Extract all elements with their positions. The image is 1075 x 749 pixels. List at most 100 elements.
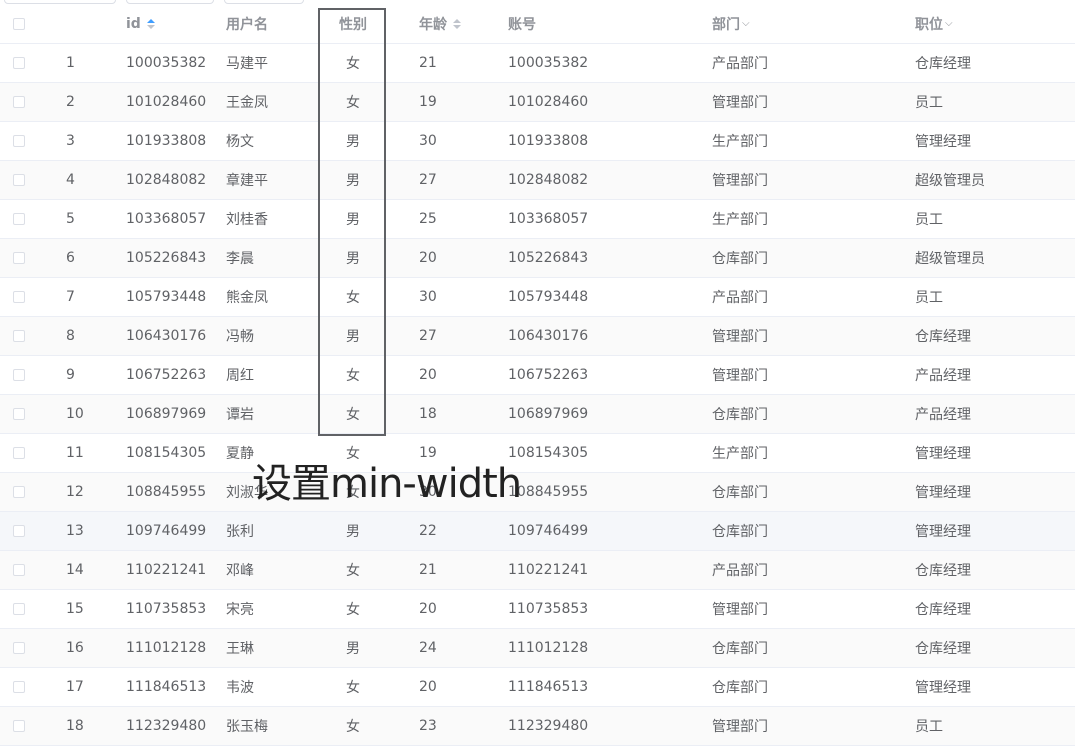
row-checkbox[interactable] xyxy=(13,83,25,121)
table-row[interactable]: 2 101028460 王金凤 女 19 101028460 管理部门 员工 xyxy=(0,83,1075,122)
row-checkbox[interactable] xyxy=(13,317,25,355)
row-checkbox[interactable] xyxy=(13,434,25,472)
cell-age: 18 xyxy=(419,406,437,422)
table-row[interactable]: 1 100035382 马建平 女 21 100035382 产品部门 仓库经理 xyxy=(0,44,1075,83)
cell-age: 22 xyxy=(419,523,437,539)
table-row[interactable]: 17 111846513 韦波 女 20 111846513 仓库部门 管理经理 xyxy=(0,668,1075,707)
cell-department: 管理部门 xyxy=(712,719,768,735)
filter-chevron-icon[interactable]: ⌵ xyxy=(945,18,953,29)
cell-department: 仓库部门 xyxy=(712,251,768,267)
row-index: 16 xyxy=(66,640,84,656)
cell-position: 管理经理 xyxy=(915,134,971,150)
row-checkbox[interactable] xyxy=(13,512,25,550)
cell-department: 管理部门 xyxy=(712,602,768,618)
cell-id: 106752263 xyxy=(126,367,207,383)
table-row[interactable]: 11 108154305 夏静女 19 108154305 生产部门 管理经理 xyxy=(0,434,1075,473)
cell-username: 马建平 xyxy=(226,56,268,72)
cell-id: 109746499 xyxy=(126,523,207,539)
table-row[interactable]: 10 106897969 谭岩 女 18 106897969 仓库部门 产品经理 xyxy=(0,395,1075,434)
cell-department: 管理部门 xyxy=(712,368,768,384)
row-checkbox[interactable] xyxy=(13,356,25,394)
table-row[interactable]: 4 102848082 章建平 男 27 102848082 管理部门 超级管理员 xyxy=(0,161,1075,200)
cell-gender: 女 xyxy=(346,290,360,306)
table-row[interactable]: 9 106752263 周红 女 20 106752263 管理部门 产品经理 xyxy=(0,356,1075,395)
column-header-username: 用户名 xyxy=(226,4,268,43)
row-index: 9 xyxy=(66,367,75,383)
row-checkbox[interactable] xyxy=(13,278,25,316)
table-row[interactable]: 14 110221241 邓峰 女 21 110221241 产品部门 仓库经理 xyxy=(0,551,1075,590)
cell-age: 27 xyxy=(419,328,437,344)
cell-id: 101933808 xyxy=(126,133,207,149)
row-checkbox[interactable] xyxy=(13,239,25,277)
cell-username: 张玉梅 xyxy=(226,719,268,735)
cell-gender: 男 xyxy=(346,212,360,228)
column-label: 部门 xyxy=(712,16,740,33)
row-index: 13 xyxy=(66,523,84,539)
cell-account: 110221241 xyxy=(508,562,589,578)
cell-account: 110735853 xyxy=(508,601,589,617)
cell-position: 仓库经理 xyxy=(915,563,971,579)
table-row[interactable]: 13 109746499 张利 男 22 109746499 仓库部门 管理经理 xyxy=(0,512,1075,551)
cell-username: 邓峰 xyxy=(226,563,254,579)
table-row[interactable]: 15 110735853 宋亮 女 20 110735853 管理部门 仓库经理 xyxy=(0,590,1075,629)
cell-account: 106430176 xyxy=(508,328,589,344)
table-row[interactable]: 6 105226843 李晨 男 20 105226843 仓库部门 超级管理员 xyxy=(0,239,1075,278)
row-index: 17 xyxy=(66,679,84,695)
row-checkbox[interactable] xyxy=(13,122,25,160)
column-label: 年龄 xyxy=(419,16,447,33)
cell-age: 24 xyxy=(419,640,437,656)
cell-position: 员工 xyxy=(915,719,943,735)
cell-gender: 女 xyxy=(346,368,360,384)
column-header-position[interactable]: 职位 ⌵ xyxy=(915,4,953,43)
filter-chevron-icon[interactable]: ⌵ xyxy=(742,18,750,29)
row-checkbox[interactable] xyxy=(13,590,25,628)
table-row[interactable]: 12 108845955 刘淑华女 30 108845955 仓库部门 管理经理 xyxy=(0,473,1075,512)
column-header-age[interactable]: 年龄 xyxy=(419,4,461,43)
cell-gender: 男 xyxy=(346,641,360,657)
select-all-checkbox[interactable] xyxy=(13,4,25,43)
row-checkbox[interactable] xyxy=(13,44,25,82)
table-row[interactable]: 18 112329480 张玉梅 女 23 112329480 管理部门 员工 xyxy=(0,707,1075,746)
annotation-text: 设置min-width xyxy=(252,461,522,507)
row-index: 11 xyxy=(66,445,84,461)
column-header-account: 账号 xyxy=(508,4,536,43)
sort-icon[interactable] xyxy=(453,18,461,29)
table-row[interactable]: 3 101933808 杨文 男 30 101933808 生产部门 管理经理 xyxy=(0,122,1075,161)
column-header-id[interactable]: id xyxy=(126,4,155,43)
cell-age: 27 xyxy=(419,172,437,188)
cell-department: 产品部门 xyxy=(712,290,768,306)
row-checkbox[interactable] xyxy=(13,473,25,511)
cell-gender: 女 xyxy=(346,602,360,618)
cell-username: 杨文 xyxy=(226,134,254,150)
column-header-department[interactable]: 部门 ⌵ xyxy=(712,4,750,43)
table-row[interactable]: 7 105793448 熊金凤 女 30 105793448 产品部门 员工 xyxy=(0,278,1075,317)
sort-icon[interactable] xyxy=(146,18,155,29)
cell-position: 仓库经理 xyxy=(915,641,971,657)
row-checkbox[interactable] xyxy=(13,200,25,238)
cell-gender: 女 xyxy=(346,56,360,72)
row-index: 1 xyxy=(66,55,75,71)
cell-account: 105793448 xyxy=(508,289,589,305)
cell-username: 夏静 xyxy=(226,446,254,462)
row-checkbox[interactable] xyxy=(13,551,25,589)
row-index: 8 xyxy=(66,328,75,344)
cell-position: 仓库经理 xyxy=(915,329,971,345)
row-checkbox[interactable] xyxy=(13,161,25,199)
cell-gender: 女 xyxy=(346,563,360,579)
row-checkbox[interactable] xyxy=(13,395,25,433)
cell-position: 产品经理 xyxy=(915,407,971,423)
cell-id: 106430176 xyxy=(126,328,207,344)
cell-position: 仓库经理 xyxy=(915,602,971,618)
table-row[interactable]: 16 111012128 王琳 男 24 111012128 仓库部门 仓库经理 xyxy=(0,629,1075,668)
table-row[interactable]: 5 103368057 刘桂香 男 25 103368057 生产部门 员工 xyxy=(0,200,1075,239)
cell-id: 105226843 xyxy=(126,250,207,266)
row-checkbox[interactable] xyxy=(13,668,25,706)
cell-username: 章建平 xyxy=(226,173,268,189)
row-checkbox[interactable] xyxy=(13,707,25,745)
table-row[interactable]: 8 106430176 冯畅 男 27 106430176 管理部门 仓库经理 xyxy=(0,317,1075,356)
cell-department: 仓库部门 xyxy=(712,641,768,657)
cell-id: 112329480 xyxy=(126,718,207,734)
row-checkbox[interactable] xyxy=(13,629,25,667)
cell-position: 超级管理员 xyxy=(915,251,985,267)
cell-gender: 女 xyxy=(346,95,360,111)
